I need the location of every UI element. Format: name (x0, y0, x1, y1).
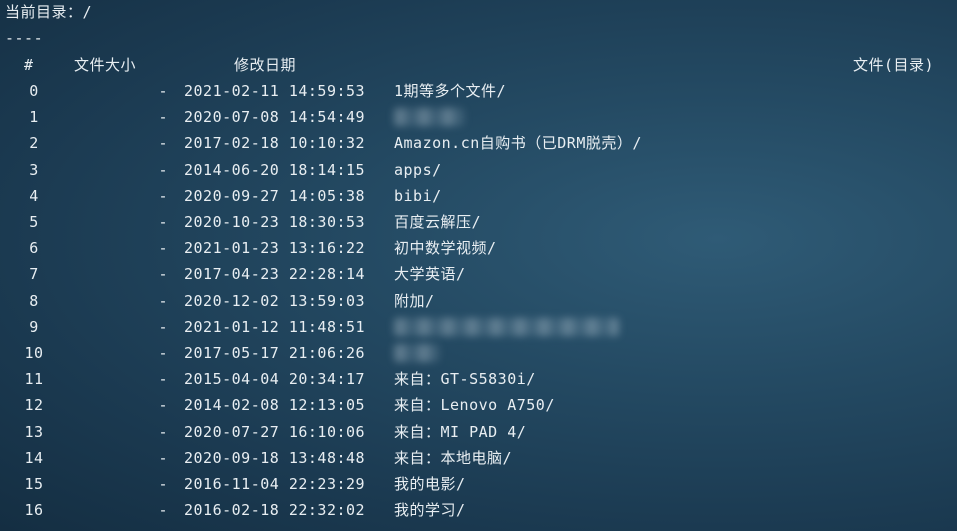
row-modified-date: 2017-05-17 21:06:26 (184, 344, 366, 362)
table-row: 2 -2017-02-18 10:10:32 Amazon.cn自购书（已DRM脱壳… (0, 132, 957, 154)
row-file-name: 我的学习/ (394, 501, 466, 520)
table-row: 9 -2021-01-12 11:48:51 (0, 316, 957, 338)
separator-line: ---- (5, 29, 44, 47)
table-row: 11 -2015-04-04 20:34:17 来自：GT-S5830i/ (0, 368, 957, 390)
row-modified-date: 2014-06-20 18:14:15 (184, 160, 366, 179)
row-index: 10 (24, 344, 44, 362)
row-index: 16 (24, 501, 44, 520)
row-file-name: 1期等多个文件/ (394, 82, 507, 100)
table-row: 16 -2016-02-18 22:32:02 我的学习/ (0, 499, 957, 521)
row-index: 8 (29, 291, 39, 310)
table-row: 0 -2021-02-11 14:59:53 1期等多个文件/ (0, 80, 957, 102)
row-size: - (158, 422, 168, 441)
row-file-name: apps/ (394, 160, 442, 179)
row-modified-date: 2020-07-27 16:10:06 (184, 422, 366, 441)
row-index: 13 (24, 422, 44, 441)
row-size: - (158, 213, 168, 231)
row-size: - (158, 291, 168, 310)
row-index: 15 (24, 475, 44, 493)
table-row: 1 -2020-07-08 14:54:49 (0, 106, 957, 128)
row-index: 9 (29, 317, 39, 336)
table-row: 4 -2020-09-27 14:05:38 bibi/ (0, 185, 957, 207)
row-modified-date: 2020-09-18 13:48:48 (184, 448, 366, 467)
header-size: 文件大小 (74, 56, 137, 74)
row-modified-date: 2015-04-04 20:34:17 (184, 370, 366, 389)
row-index: 1 (29, 108, 39, 127)
row-modified-date: 2021-01-12 11:48:51 (184, 317, 366, 336)
row-size: - (158, 186, 168, 205)
terminal-window: 当前目录：/ ---- # 文件大小 修改日期 文件(目录) 0-2021-02… (0, 0, 957, 531)
row-modified-date: 2020-09-27 14:05:38 (184, 186, 366, 205)
table-row: 13 -2020-07-27 16:10:06 来自：MI PAD 4/ (0, 421, 957, 443)
row-index: 3 (29, 160, 39, 179)
row-size: - (158, 501, 168, 520)
row-index: 11 (24, 370, 44, 389)
table-row: 10 -2017-05-17 21:06:26 (0, 342, 957, 364)
header-name: 文件(目录) (853, 56, 935, 74)
row-file-name: bibi/ (394, 186, 442, 205)
row-size: - (158, 265, 168, 284)
row-modified-date: 2021-02-11 14:59:53 (184, 82, 366, 100)
table-row: 15 -2016-11-04 22:23:29 我的电影/ (0, 473, 957, 495)
row-modified-date: 2017-02-18 10:10:32 (184, 134, 366, 153)
header-modified: 修改日期 (234, 56, 297, 74)
row-file-name: 我的电影/ (394, 475, 466, 493)
row-size: - (158, 344, 168, 362)
table-row: 5 -2020-10-23 18:30:53 百度云解压/ (0, 211, 957, 233)
row-modified-date: 2016-02-18 22:32:02 (184, 501, 366, 520)
row-file-name: 来自：Lenovo A750/ (394, 396, 555, 415)
obscured-name (394, 108, 464, 127)
table-row: 7 -2017-04-23 22:28:14 大学英语/ (0, 263, 957, 285)
row-index: 0 (29, 82, 39, 100)
row-index: 4 (29, 186, 39, 205)
row-size: - (158, 317, 168, 336)
row-size: - (158, 396, 168, 415)
row-index: 14 (24, 448, 44, 467)
row-file-name: 附加/ (394, 291, 435, 310)
row-file-name: 来自：MI PAD 4/ (394, 422, 527, 441)
row-file-name: 来自：本地电脑/ (394, 448, 513, 467)
table-row: 3 -2014-06-20 18:14:15 apps/ (0, 159, 957, 181)
row-index: 2 (29, 134, 39, 153)
current-directory-label: 当前目录：/ (5, 3, 93, 21)
row-size: - (158, 134, 168, 153)
obscured-name (394, 317, 619, 336)
row-size: - (158, 370, 168, 389)
row-modified-date: 2021-01-23 13:16:22 (184, 239, 366, 258)
row-index: 12 (24, 396, 44, 415)
row-size: - (158, 108, 168, 127)
header-index: # (24, 56, 34, 74)
row-size: - (158, 239, 168, 258)
row-file-name: 大学英语/ (394, 265, 466, 284)
row-file-name: 百度云解压/ (394, 213, 482, 231)
row-modified-date: 2016-11-04 22:23:29 (184, 475, 366, 493)
row-size: - (158, 448, 168, 467)
row-modified-date: 2017-04-23 22:28:14 (184, 265, 366, 284)
row-size: - (158, 82, 168, 100)
row-modified-date: 2020-10-23 18:30:53 (184, 213, 366, 231)
row-index: 7 (29, 265, 39, 284)
row-index: 5 (29, 213, 39, 231)
row-file-name: Amazon.cn自购书（已DRM脱壳）/ (394, 134, 642, 153)
table-row: 6 -2021-01-23 13:16:22 初中数学视频/ (0, 237, 957, 259)
row-modified-date: 2020-07-08 14:54:49 (184, 108, 366, 127)
row-file-name: 初中数学视频/ (394, 239, 497, 258)
row-modified-date: 2020-12-02 13:59:03 (184, 291, 366, 310)
table-row: 12 -2014-02-08 12:13:05 来自：Lenovo A750/ (0, 394, 957, 416)
row-size: - (158, 160, 168, 179)
row-size: - (158, 475, 168, 493)
obscured-name (394, 344, 439, 362)
row-index: 6 (29, 239, 39, 258)
row-file-name: 来自：GT-S5830i/ (394, 370, 536, 389)
row-modified-date: 2014-02-08 12:13:05 (184, 396, 366, 415)
table-row: 14 -2020-09-18 13:48:48 来自：本地电脑/ (0, 447, 957, 469)
table-row: 8 -2020-12-02 13:59:03 附加/ (0, 290, 957, 312)
